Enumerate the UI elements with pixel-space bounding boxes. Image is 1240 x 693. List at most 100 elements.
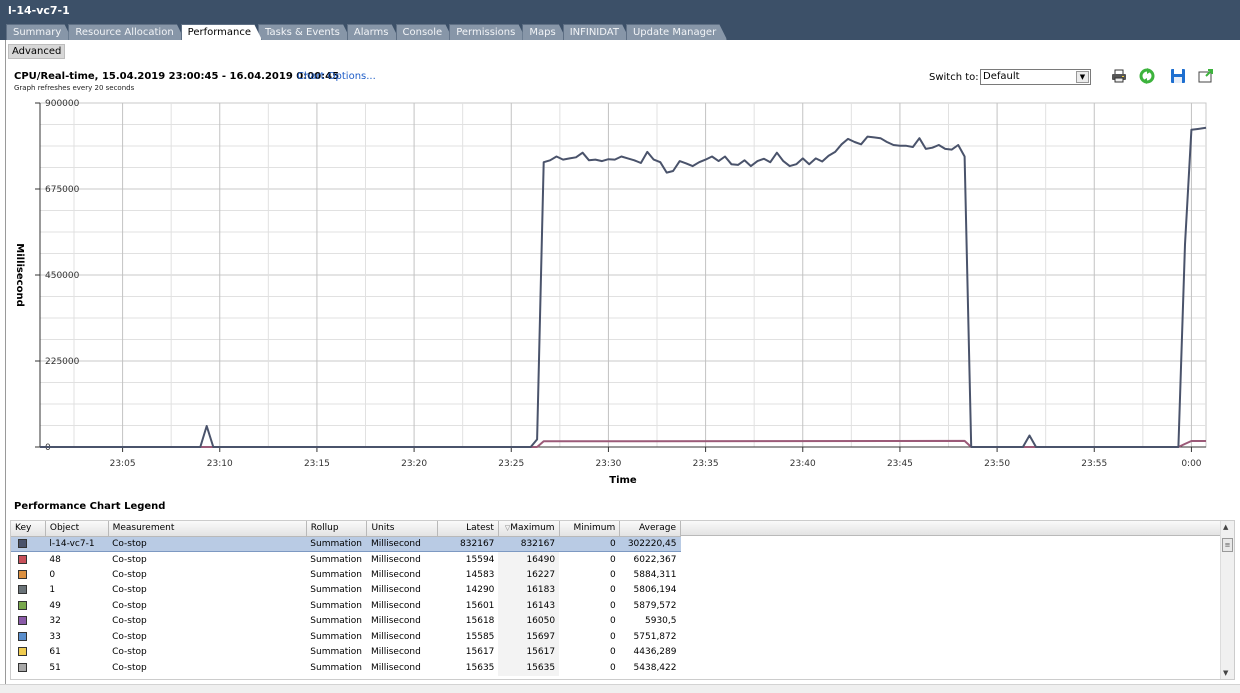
legend-cell-units: Millisecond [370, 585, 421, 596]
legend-cell-average: 5884,311 [633, 569, 677, 580]
legend-cell-average: 5806,194 [633, 585, 677, 596]
legend-cell-maximum: 16227 [498, 567, 560, 583]
column-header-label: Latest [466, 523, 494, 534]
x-tick-label: 23:20 [401, 459, 427, 469]
legend-cell-units: Millisecond [370, 662, 421, 673]
legend-cell-maximum: 16183 [498, 582, 560, 598]
legend-row[interactable]: 49 Co-stop Summation Millisecond 15601 16143 0… [11, 598, 681, 614]
column-header-measurement[interactable]: Measurement [108, 521, 307, 537]
legend-scrollbar[interactable]: ▲ ≡ ▼ [1220, 521, 1234, 679]
legend-cell-average: 5879,572 [633, 600, 677, 611]
legend-cell-rollup: Summation [310, 647, 362, 658]
column-header-units[interactable]: Units [366, 521, 439, 537]
tab-update-manager[interactable]: Update Manager [626, 24, 727, 40]
switch-to-select[interactable]: Default ▼ [980, 69, 1091, 85]
refresh-icon[interactable] [1139, 68, 1155, 84]
switch-to-value: Default [983, 71, 1020, 82]
legend-cell-minimum: 0 [610, 647, 616, 658]
tab-maps[interactable]: Maps [522, 24, 566, 40]
legend-cell-measurement: Co-stop [112, 662, 147, 673]
tab-tasks-events[interactable]: Tasks & Events [258, 24, 351, 40]
column-header-key[interactable]: Key [11, 521, 46, 537]
tab-infinidat[interactable]: INFINIDAT [563, 24, 630, 40]
scroll-thumb[interactable]: ≡ [1222, 538, 1233, 552]
legend-cell-latest: 15635 [465, 662, 495, 673]
x-tick-label: 23:25 [498, 459, 524, 469]
y-axis-title: Millisecond [14, 243, 25, 306]
tab-permissions[interactable]: Permissions [449, 24, 526, 40]
legend-cell-average: 302220,45 [619, 535, 681, 552]
legend-cell-rollup: Summation [310, 585, 362, 596]
scroll-down-icon[interactable]: ▼ [1223, 669, 1228, 677]
legend-cell-minimum: 0 [610, 600, 616, 611]
legend-cell-object: 0 [49, 569, 56, 580]
legend-cell-measurement: Co-stop [112, 585, 147, 596]
y-tick-label: 900000 [45, 99, 80, 109]
legend-row[interactable]: 48 Co-stop Summation Millisecond 15594 16490 0… [11, 551, 681, 568]
x-tick-label: 23:10 [207, 459, 233, 469]
chevron-down-icon[interactable]: ▼ [1076, 71, 1089, 83]
y-tick-label: 675000 [45, 185, 80, 195]
legend-cell-average: 6022,367 [633, 554, 677, 565]
column-header-rollup[interactable]: Rollup [306, 521, 368, 537]
y-tick-label: 450000 [45, 271, 80, 281]
legend-key-cell [11, 535, 46, 552]
legend-table-container: Key Object Measurement Rollup Units Latest ▽Ma… [10, 520, 1235, 680]
legend-cell-object: 48 [49, 554, 61, 565]
color-swatch-icon [18, 662, 27, 672]
column-header-object[interactable]: Object [45, 521, 109, 537]
tab-performance[interactable]: Performance [181, 24, 262, 40]
legend-row[interactable]: 61 Co-stop Summation Millisecond 15617 15617 0… [11, 644, 681, 660]
popout-icon[interactable] [1198, 68, 1214, 84]
legend-key-cell [11, 583, 45, 599]
performance-chart: 022500045000067500090000023:05 23:10 23:15… [14, 99, 1207, 486]
column-header-latest[interactable]: Latest [437, 521, 499, 537]
legend-cell-minimum: 0 [610, 585, 616, 596]
legend-row[interactable]: 0 Co-stop Summation Millisecond 14583 16227 0 5… [11, 567, 681, 583]
legend-cell-object: 1 [49, 585, 56, 596]
legend-cell-units: Millisecond [370, 554, 421, 565]
chart-options-link[interactable]: Chart Options... [297, 71, 376, 82]
legend-cell-rollup: Summation [310, 631, 362, 642]
legend-cell-rollup: Summation [306, 535, 367, 552]
legend-cell-maximum: 16490 [498, 551, 560, 567]
legend-row[interactable]: 1 Co-stop Summation Millisecond 14290 16183 0 5… [11, 582, 681, 599]
x-tick-label: 23:15 [304, 459, 330, 469]
save-icon[interactable] [1170, 68, 1186, 84]
scroll-up-icon[interactable]: ▲ [1223, 523, 1228, 531]
legend-cell-maximum: 15617 [498, 644, 560, 660]
legend-cell-measurement: Co-stop [112, 631, 147, 642]
column-header-maximum[interactable]: ▽Maximum [498, 521, 560, 537]
advanced-button[interactable]: Advanced [8, 44, 66, 59]
column-header-minimum[interactable]: Minimum [559, 521, 621, 537]
status-bar [0, 684, 1240, 693]
legend-cell-measurement: Co-stop [112, 554, 147, 565]
legend-row[interactable]: 33 Co-stop Summation Millisecond 15585 15697 0… [11, 629, 681, 645]
legend-cell-measurement: Co-stop [112, 616, 147, 627]
x-axis-title: Time [609, 475, 637, 486]
legend-cell-rollup: Summation [310, 569, 362, 580]
legend-cell-units: Millisecond [370, 616, 421, 627]
color-swatch-icon [18, 616, 27, 626]
legend-cell-minimum: 0 [610, 616, 616, 627]
legend-cell-units: Millisecond [370, 647, 421, 658]
tab-alarms[interactable]: Alarms [347, 24, 400, 40]
legend-cell-maximum: 832167 [498, 535, 560, 552]
legend-row[interactable]: 51 Co-stop Summation Millisecond 15635 15635 0… [11, 660, 681, 676]
tab-resource-allocation[interactable]: Resource Allocation [68, 24, 184, 40]
x-tick-label: 23:05 [110, 459, 136, 469]
legend-row[interactable]: l-14-vc7-1 Co-stop Summation Millisecond 832… [11, 535, 681, 552]
column-header-average[interactable]: Average [619, 521, 681, 537]
legend-cell-latest: 15594 [465, 554, 495, 565]
legend-cell-measurement: Co-stop [108, 535, 307, 552]
legend-row[interactable]: 32 Co-stop Summation Millisecond 15618 16050 0… [11, 613, 681, 629]
column-header-label: Average [639, 523, 676, 534]
color-swatch-icon [18, 631, 27, 641]
column-header-label: Units [371, 523, 395, 534]
print-icon[interactable] [1111, 68, 1127, 84]
legend-key-cell [11, 598, 45, 614]
tab-summary[interactable]: Summary [6, 24, 72, 40]
tab-console[interactable]: Console [396, 24, 454, 40]
legend-key-cell [11, 552, 45, 568]
legend-cell-measurement: Co-stop [112, 569, 147, 580]
